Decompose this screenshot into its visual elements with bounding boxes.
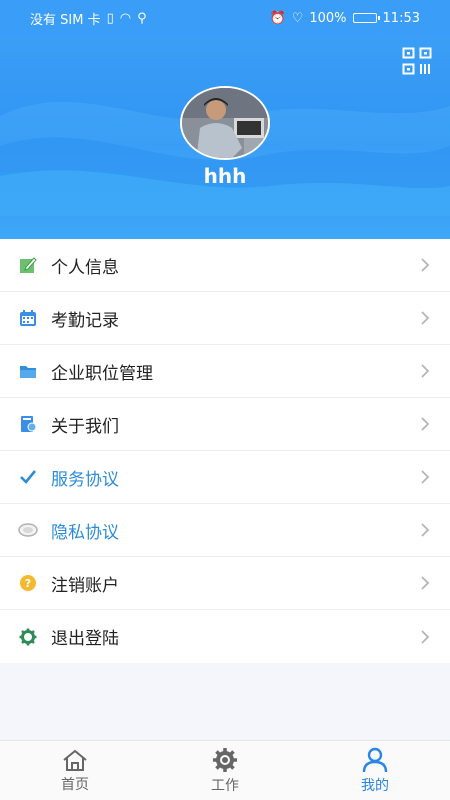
- location-icon: ♡: [291, 10, 304, 26]
- usb-icon: ⚲: [137, 10, 147, 26]
- carrier-text: 没有 SIM 卡: [30, 12, 101, 28]
- menu-label: 企业职位管理: [51, 363, 153, 384]
- chevron-right-icon: [421, 576, 430, 590]
- alarm-icon: ⏰: [269, 10, 286, 26]
- menu-item-delete-account[interactable]: ? 注销账户: [0, 557, 450, 610]
- chevron-right-icon: [421, 364, 430, 378]
- username: hhh: [203, 164, 247, 188]
- menu-label: 服务协议: [51, 469, 119, 490]
- menu-label: 退出登陆: [51, 629, 119, 649]
- question-icon: ?: [18, 573, 38, 593]
- wifi-icon: ◠: [119, 10, 132, 26]
- qr-code-icon: [402, 47, 432, 75]
- tab-label: 我的: [361, 777, 389, 794]
- profile-header: hhh: [0, 36, 450, 239]
- folder-icon: [18, 361, 38, 381]
- chevron-right-icon: [421, 629, 430, 644]
- calendar-icon: [18, 308, 38, 328]
- menu-label: 隐私协议: [51, 522, 119, 543]
- gear-icon: [18, 627, 38, 647]
- menu-item-about-us[interactable]: 关于我们: [0, 398, 450, 451]
- menu-label: 考勤记录: [51, 310, 119, 331]
- tab-home[interactable]: 首页: [0, 741, 150, 800]
- chevron-right-icon: [421, 258, 430, 272]
- settings-menu: 个人信息 考勤记录 企业职位管理 关于我们 服务协议 隐私协议 ? 注销账户 退…: [0, 239, 450, 663]
- svg-text:?: ?: [25, 577, 31, 590]
- chevron-right-icon: [421, 417, 430, 431]
- tab-mine[interactable]: 我的: [300, 741, 450, 800]
- chevron-right-icon: [421, 311, 430, 325]
- eye-icon: [18, 520, 38, 540]
- home-icon: [63, 749, 87, 771]
- edit-icon: [18, 255, 38, 275]
- status-bar: 没有 SIM 卡 ▯ ◠ ⚲ ⏰ ♡ 100% 11:53: [0, 0, 450, 36]
- clock-text: 11:53: [382, 10, 420, 26]
- battery-percent: 100%: [309, 10, 347, 26]
- chevron-right-icon: [421, 470, 430, 484]
- menu-label: 个人信息: [51, 257, 119, 278]
- gear-icon: [213, 747, 237, 772]
- tab-work[interactable]: 工作: [150, 741, 300, 800]
- sim-icon: ▯: [106, 10, 114, 26]
- menu-item-personal-info[interactable]: 个人信息: [0, 239, 450, 292]
- check-icon: [18, 467, 38, 487]
- menu-label: 关于我们: [51, 416, 119, 437]
- chevron-right-icon: [421, 523, 430, 537]
- tab-label: 工作: [211, 777, 239, 794]
- avatar[interactable]: [180, 86, 270, 160]
- qr-code-button[interactable]: [400, 46, 434, 76]
- menu-item-attendance[interactable]: 考勤记录: [0, 292, 450, 345]
- book-icon: [18, 414, 38, 434]
- tab-label: 首页: [61, 776, 89, 793]
- battery-icon: [352, 13, 380, 23]
- user-icon: [362, 747, 388, 772]
- menu-item-position-management[interactable]: 企业职位管理: [0, 345, 450, 398]
- menu-item-privacy-agreement[interactable]: 隐私协议: [0, 504, 450, 557]
- bottom-tab-bar: 首页 工作 我的: [0, 740, 450, 800]
- menu-item-service-agreement[interactable]: 服务协议: [0, 451, 450, 504]
- menu-label: 注销账户: [51, 575, 119, 596]
- menu-item-logout[interactable]: 退出登陆: [0, 610, 450, 663]
